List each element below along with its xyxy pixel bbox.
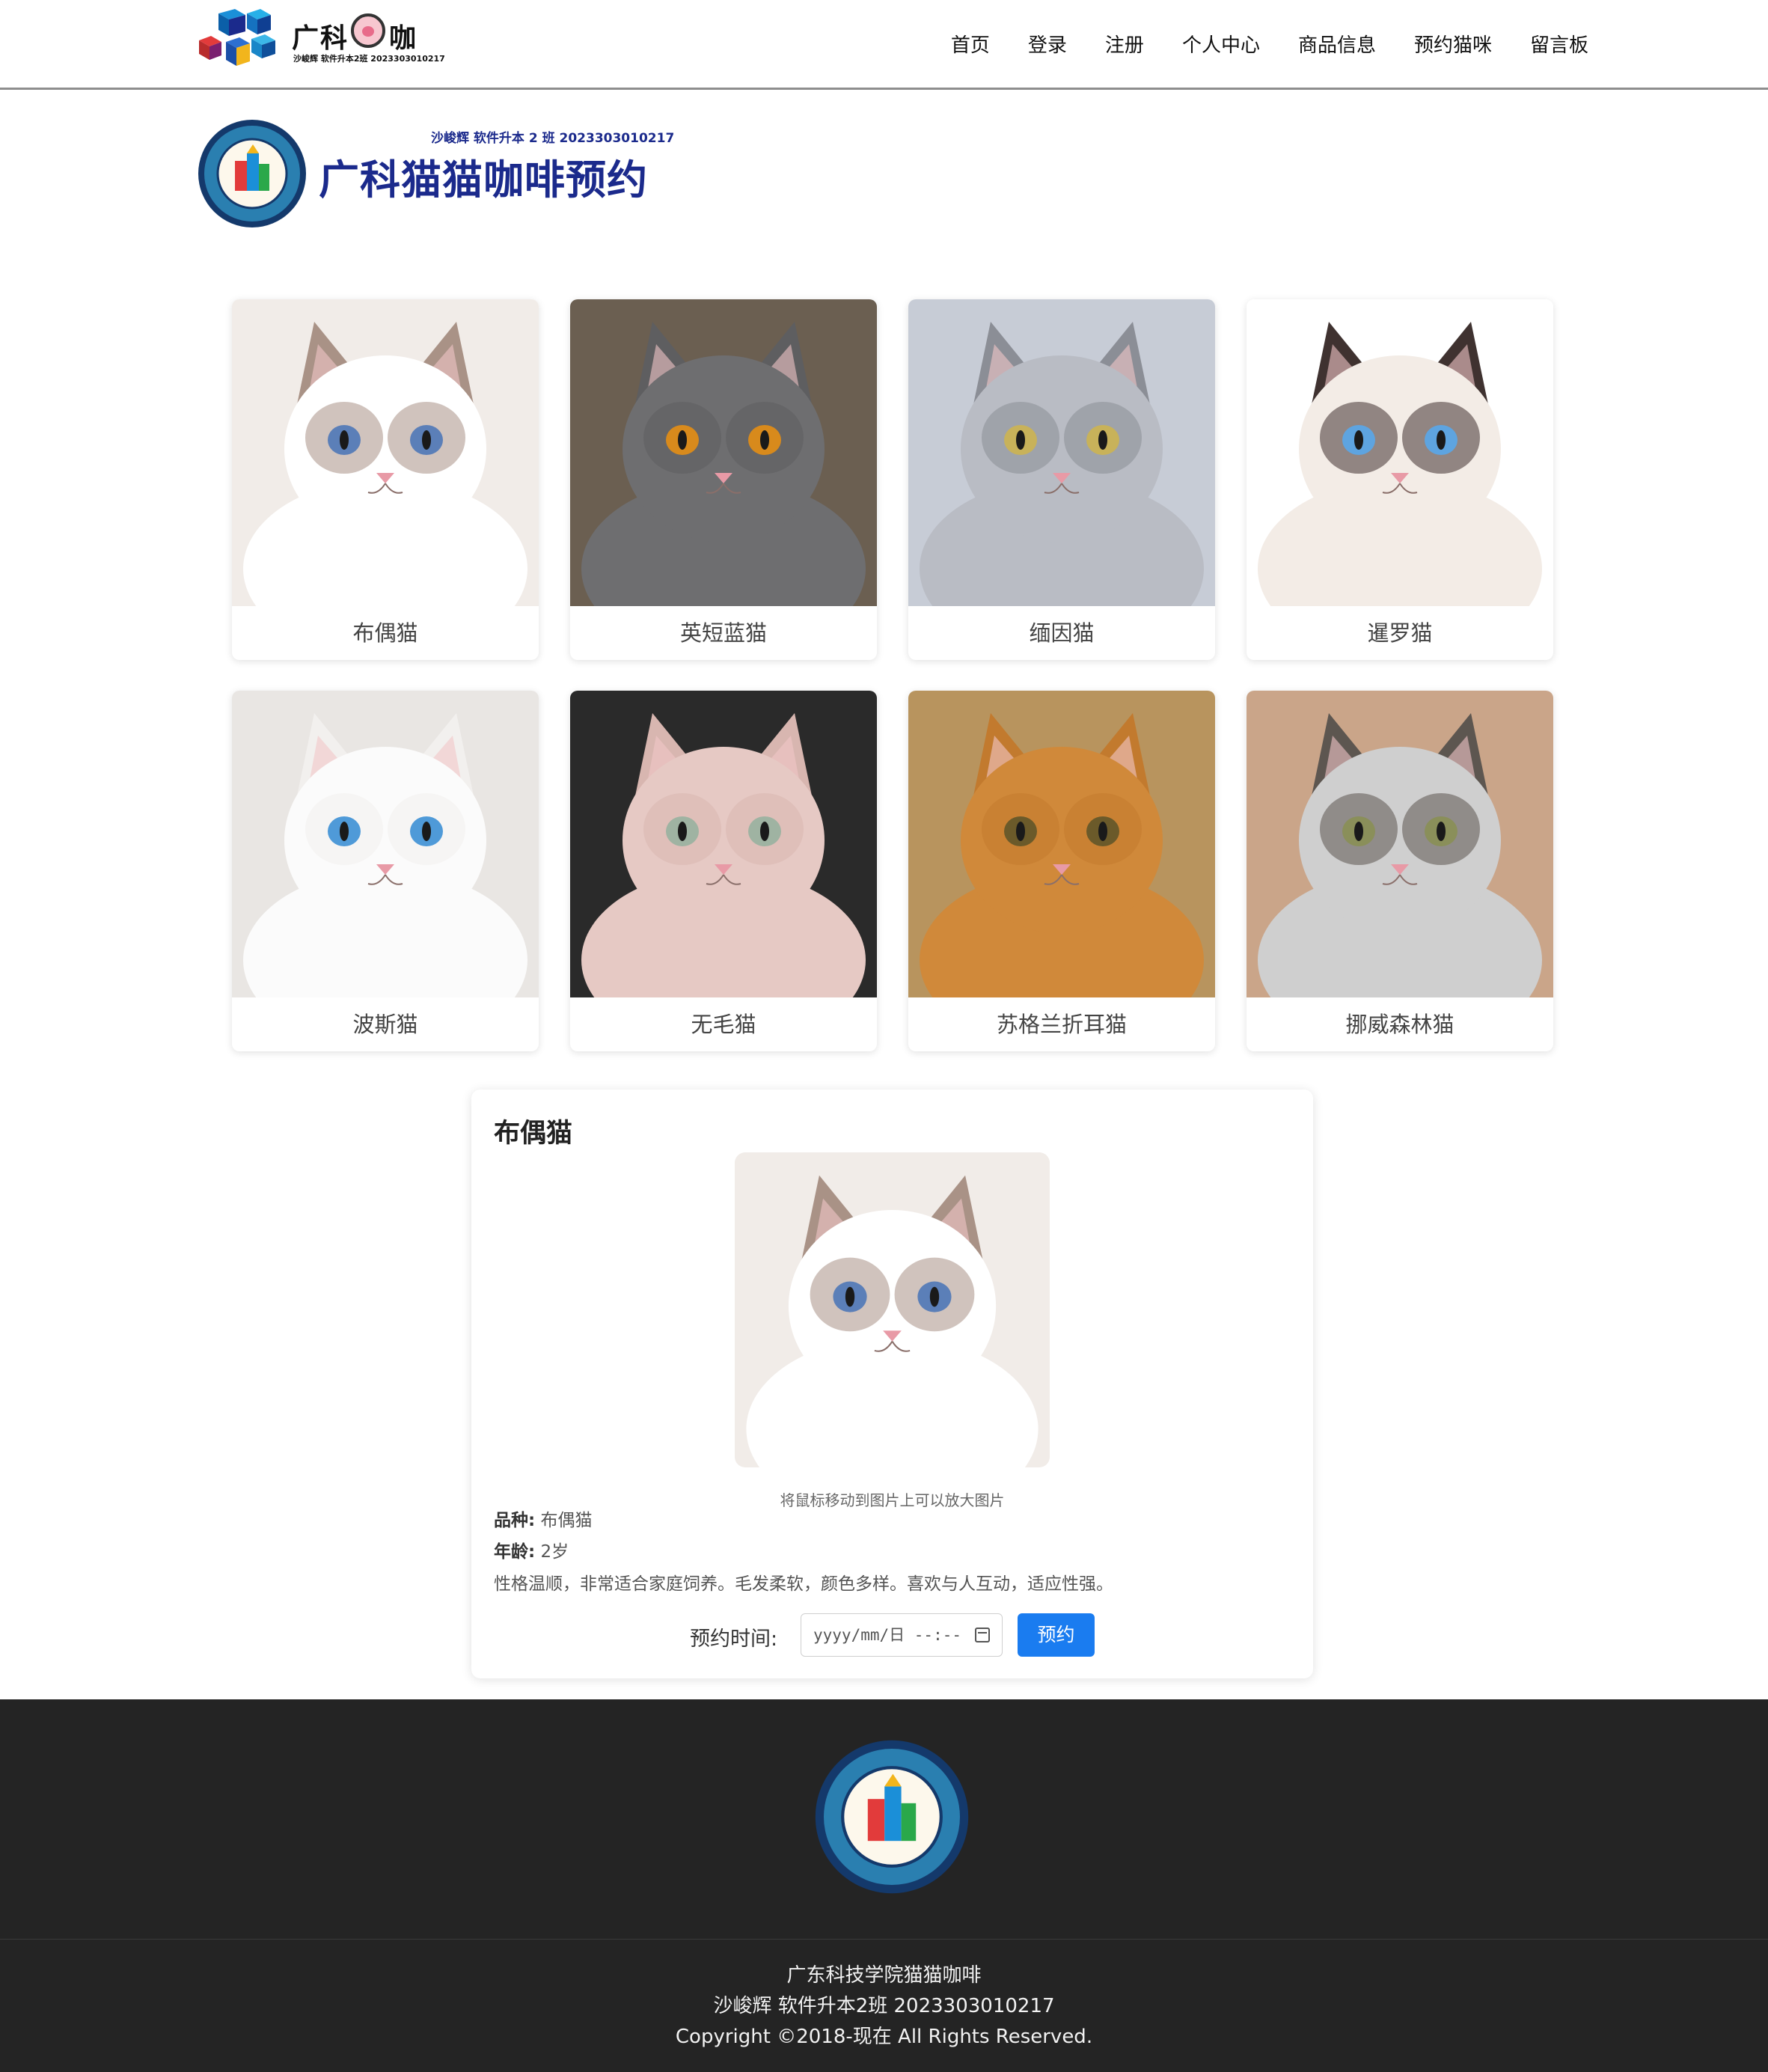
cat-card[interactable]: 苏格兰折耳猫 <box>908 691 1215 1051</box>
breed-value: 布偶猫 <box>540 1511 593 1530</box>
paw-icon <box>351 13 385 48</box>
siamese-cat-photo[interactable] <box>1247 299 1553 606</box>
cat-card-name: 苏格兰折耳猫 <box>996 1012 1127 1037</box>
cat-illustration <box>232 299 539 606</box>
booking-time-label: 预约时间: <box>690 1628 778 1651</box>
nav-products[interactable]: 商品信息 <box>1298 30 1376 58</box>
cat-illustration <box>570 299 877 606</box>
top-navbar: 广科 咖 沙峻辉 软件升本2班 2023303010217 首页 登录 注册 个… <box>0 0 1768 90</box>
book-button[interactable]: 预约 <box>1018 1613 1095 1657</box>
cat-illustration <box>735 1152 1050 1467</box>
brand-banner: 沙峻辉 软件升本 2 班 2023303010217 广科猫猫咖啡预约 <box>196 114 674 233</box>
scottish-fold-photo[interactable] <box>908 691 1215 997</box>
brand-subtitle: 沙峻辉 软件升本 2 班 2023303010217 <box>431 131 675 146</box>
main-nav: 首页 登录 注册 个人中心 商品信息 预约猫咪 留言板 <box>913 30 1588 58</box>
age-row: 年龄: 2岁 <box>494 1537 569 1562</box>
calendar-icon[interactable] <box>975 1628 990 1642</box>
nav-register[interactable]: 注册 <box>1105 30 1144 58</box>
nav-home[interactable]: 首页 <box>951 30 990 58</box>
ragdoll-cat-photo[interactable] <box>232 299 539 606</box>
footer-author: 沙峻辉 软件升本2班 2023303010217 <box>713 1995 1055 2017</box>
footer-divider <box>0 1939 1768 1940</box>
cat-card-name: 挪威森林猫 <box>1345 1012 1455 1037</box>
age-value: 2岁 <box>540 1542 569 1562</box>
logo-subtitle: 沙峻辉 软件升本2班 2023303010217 <box>293 54 445 64</box>
footer-copyright: Copyright ©2018-现在 All Rights Reserved. <box>675 2026 1093 2048</box>
cat-description: 性格温顺，非常适合家庭饲养。毛发柔软，颜色多样。喜欢与人互动，适应性强。 <box>494 1574 1113 1594</box>
age-label: 年龄: <box>494 1542 536 1562</box>
footer-org-name: 广东科技学院猫猫咖啡 <box>786 1964 982 1987</box>
norwegian-forest-photo[interactable] <box>1247 691 1553 997</box>
cat-illustration <box>1247 299 1553 606</box>
logo-text-2: 咖 <box>389 23 418 54</box>
cat-card-name: 无毛猫 <box>691 1012 756 1037</box>
nav-book-cat[interactable]: 预约猫咪 <box>1414 30 1492 58</box>
booking-datetime-placeholder: yyyy/mm/日 --:-- <box>813 1626 962 1644</box>
nav-guestbook[interactable]: 留言板 <box>1530 30 1588 58</box>
site-logo[interactable]: 广科 咖 沙峻辉 软件升本2班 2023303010217 <box>196 9 445 70</box>
site-footer: 广东科技学院猫猫咖啡 沙峻辉 软件升本2班 2023303010217 Copy… <box>0 1699 1768 2072</box>
cat-caffe-badge-icon <box>198 120 306 227</box>
brand-title: 广科猫猫咖啡预约 <box>319 156 648 204</box>
zoom-hint: 将鼠标移动到图片上可以放大图片 <box>780 1491 1005 1509</box>
cat-card[interactable]: 波斯猫 <box>232 691 539 1051</box>
cat-card[interactable]: 暹罗猫 <box>1247 299 1553 660</box>
maine-coon-photo[interactable] <box>908 299 1215 606</box>
cube-logo-icon <box>199 9 275 66</box>
cat-card-name: 暹罗猫 <box>1367 620 1433 646</box>
cat-illustration <box>908 691 1215 997</box>
cat-card-name: 波斯猫 <box>352 1012 418 1037</box>
cat-illustration <box>570 691 877 997</box>
cat-illustration <box>908 299 1215 606</box>
nav-profile[interactable]: 个人中心 <box>1182 30 1260 58</box>
footer-cat-caffe-badge-icon <box>815 1740 969 1894</box>
cat-card[interactable]: 英短蓝猫 <box>570 299 877 660</box>
detail-cat-photo[interactable] <box>735 1152 1050 1467</box>
cat-card[interactable]: 挪威森林猫 <box>1247 691 1553 1051</box>
sphynx-cat-photo[interactable] <box>570 691 877 997</box>
cat-card-name: 英短蓝猫 <box>679 620 767 646</box>
cat-card[interactable]: 无毛猫 <box>570 691 877 1051</box>
persian-cat-photo[interactable] <box>232 691 539 997</box>
cat-card-name: 布偶猫 <box>352 620 418 646</box>
cat-card[interactable]: 布偶猫 <box>232 299 539 660</box>
detail-title: 布偶猫 <box>494 1119 573 1149</box>
cat-detail-panel: 布偶猫 将鼠标移动到图片上可以放大图片 品种: 布偶猫 年龄: 2岁 性格温顺，… <box>471 1090 1313 1678</box>
logo-text: 广科 <box>292 23 349 54</box>
cat-illustration <box>232 691 539 997</box>
booking-form: 预约时间: yyyy/mm/日 --:-- 预约 <box>471 1613 1313 1657</box>
nav-login[interactable]: 登录 <box>1028 30 1067 58</box>
booking-datetime-input[interactable]: yyyy/mm/日 --:-- <box>801 1613 1003 1657</box>
breed-row: 品种: 布偶猫 <box>494 1506 593 1531</box>
cat-card[interactable]: 缅因猫 <box>908 299 1215 660</box>
breed-label: 品种: <box>494 1511 536 1530</box>
cat-illustration <box>1247 691 1553 997</box>
british-shorthair-photo[interactable] <box>570 299 877 606</box>
cat-card-name: 缅因猫 <box>1029 620 1095 646</box>
